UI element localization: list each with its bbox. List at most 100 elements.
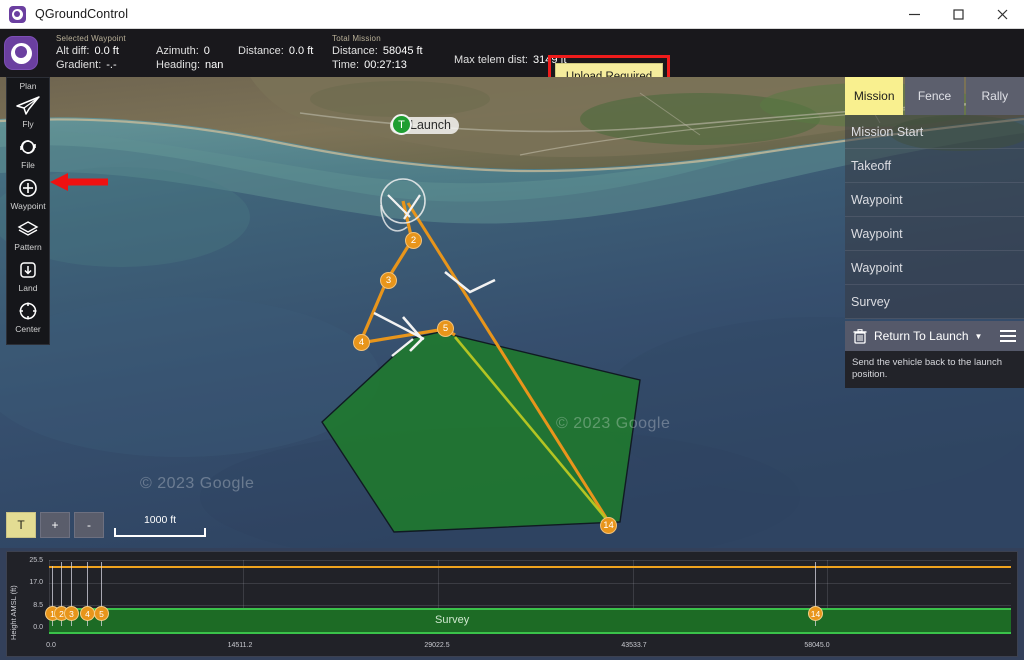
chart-plot-area: Survey 1 2 3 4 5 14	[49, 560, 1011, 634]
toolstrip-label-center: Center	[15, 324, 41, 334]
total-mission-stats: Total Mission Distance: 58045 ft Time: 00:…	[332, 34, 444, 72]
mission-item-waypoint[interactable]: Waypoint	[845, 251, 1024, 285]
toolstrip-title: Plan	[19, 81, 36, 91]
close-icon[interactable]	[980, 0, 1024, 29]
chart-ytick: 25.5	[19, 557, 43, 564]
return-to-launch-label: Return To Launch	[874, 329, 969, 343]
chart-annotation-survey: Survey	[435, 614, 469, 626]
chart-terrain-band	[49, 608, 1011, 634]
toolstrip-item-file[interactable]: File	[6, 134, 50, 175]
hamburger-icon[interactable]	[1000, 330, 1016, 342]
crosshair-icon	[18, 298, 38, 324]
wp-distance-label: Distance:	[238, 44, 284, 58]
heading-label: Heading:	[156, 58, 200, 72]
paper-plane-icon	[16, 93, 40, 119]
trash-icon[interactable]	[853, 329, 867, 344]
qgc-logo-icon	[9, 6, 26, 23]
app-toolbar: Selected Waypoint Alt diff: 0.0 ft Azimut…	[0, 29, 1024, 77]
window-title: QGroundControl	[35, 7, 128, 21]
zoom-in-button[interactable]: +	[40, 512, 70, 538]
elevation-profile-chart[interactable]: Height AMSL (ft) 25.5 17.0 8.5 0.0 0.0 1…	[6, 551, 1018, 657]
mission-time-label: Time:	[332, 58, 359, 72]
toolstrip-item-center[interactable]: Center	[6, 298, 50, 339]
tab-fence[interactable]: Fence	[905, 77, 963, 115]
gradient-label: Gradient:	[56, 58, 101, 72]
qgc-app-icon[interactable]	[4, 36, 38, 70]
max-telem-label: Max telem dist:	[454, 53, 528, 67]
map-scale-bar: 1000 ft	[114, 514, 206, 537]
chart-gridline	[49, 583, 1011, 584]
chart-altitude-line	[49, 566, 1011, 568]
chart-waypoint-3[interactable]: 3	[64, 606, 79, 621]
toolstrip-label-fly: Fly	[22, 119, 33, 129]
chart-waypoint-14[interactable]: 14	[808, 606, 823, 621]
chart-waypoint-4[interactable]: 4	[80, 606, 95, 621]
toolstrip-label-file: File	[21, 160, 35, 170]
wp-distance-value: 0.0 ft	[289, 44, 313, 58]
mission-item-waypoint[interactable]: Waypoint	[845, 217, 1024, 251]
mission-panel: Mission Fence Rally Mission Start Takeof…	[845, 77, 1024, 548]
map-waypoint-3[interactable]: 3	[380, 272, 397, 289]
toolstrip-item-land[interactable]: Land	[6, 257, 50, 298]
map-scale-line	[114, 528, 206, 537]
map-view[interactable]: © 2023 Google © 2023 Google © 2023 Googl…	[0, 77, 1024, 548]
chart-ytick: 8.5	[19, 602, 43, 609]
chart-ytick: 17.0	[19, 579, 43, 586]
azimuth-value: 0	[204, 44, 210, 58]
mission-panel-tabs: Mission Fence Rally	[845, 77, 1024, 115]
return-to-launch-description: Send the vehicle back to the launch posi…	[845, 351, 1024, 388]
window-title-bar: QGroundControl	[0, 0, 1024, 29]
maximize-icon[interactable]	[936, 0, 980, 29]
chevron-down-icon[interactable]: ▼	[975, 332, 983, 341]
chart-xtick: 43533.7	[604, 642, 664, 649]
chart-gridline	[49, 560, 1011, 561]
mission-distance-value: 58045 ft	[383, 44, 423, 58]
gradient-value: -.-	[106, 58, 116, 72]
selected-waypoint-stats: Selected Waypoint Alt diff: 0.0 ft Azimut…	[56, 34, 321, 72]
chart-ytick: 0.0	[19, 624, 43, 631]
chart-waypoint-5[interactable]: 5	[94, 606, 109, 621]
toolstrip-label-pattern: Pattern	[14, 242, 41, 252]
toolstrip-label-waypoint: Waypoint	[10, 201, 45, 211]
toolstrip-item-waypoint[interactable]: Waypoint	[6, 175, 50, 216]
chart-xtick: 0.0	[21, 642, 81, 649]
mission-time-value: 00:27:13	[364, 58, 407, 72]
selected-waypoint-heading: Selected Waypoint	[56, 34, 321, 43]
chart-xtick: 14511.2	[210, 642, 270, 649]
toolstrip-item-fly[interactable]: Fly	[6, 93, 50, 134]
map-waypoint-5[interactable]: 5	[437, 320, 454, 337]
total-mission-heading: Total Mission	[332, 34, 444, 43]
map-scale-label: 1000 ft	[114, 514, 206, 526]
map-controls: T + - 1000 ft	[6, 512, 206, 538]
chart-xtick: 58045.0	[787, 642, 847, 649]
map-waypoint-14[interactable]: 14	[600, 517, 617, 534]
mission-item-waypoint[interactable]: Waypoint	[845, 183, 1024, 217]
tab-mission[interactable]: Mission	[845, 77, 903, 115]
mission-item-mission-start[interactable]: Mission Start	[845, 115, 1024, 149]
plan-toolstrip: Plan Fly File Waypoint	[6, 77, 50, 345]
map-type-toggle-button[interactable]: T	[6, 512, 36, 538]
mission-distance-label: Distance:	[332, 44, 378, 58]
mission-item-return-to-launch[interactable]: Return To Launch ▼	[845, 321, 1024, 351]
land-arrow-icon	[18, 257, 38, 283]
file-sync-icon	[18, 134, 38, 160]
plus-circle-icon	[18, 175, 38, 201]
elevation-profile-panel: Height AMSL (ft) 25.5 17.0 8.5 0.0 0.0 1…	[0, 548, 1024, 660]
minimize-icon[interactable]	[892, 0, 936, 29]
chart-xtick: 29022.5	[407, 642, 467, 649]
mission-item-survey[interactable]: Survey	[845, 285, 1024, 319]
launch-marker[interactable]: T	[391, 114, 412, 135]
red-arrow-icon	[50, 172, 110, 192]
tab-rally[interactable]: Rally	[966, 77, 1024, 115]
chart-gridline	[49, 605, 1011, 606]
azimuth-label: Azimuth:	[156, 44, 199, 58]
alt-diff-label: Alt diff:	[56, 44, 89, 58]
map-waypoint-4[interactable]: 4	[353, 334, 370, 351]
mission-item-takeoff[interactable]: Takeoff	[845, 149, 1024, 183]
zoom-out-button[interactable]: -	[74, 512, 104, 538]
toolstrip-item-pattern[interactable]: Pattern	[6, 216, 50, 257]
main-content: © 2023 Google © 2023 Google © 2023 Googl…	[0, 77, 1024, 660]
heading-value: nan	[205, 58, 223, 72]
layers-icon	[17, 216, 39, 242]
map-waypoint-2[interactable]: 2	[405, 232, 422, 249]
